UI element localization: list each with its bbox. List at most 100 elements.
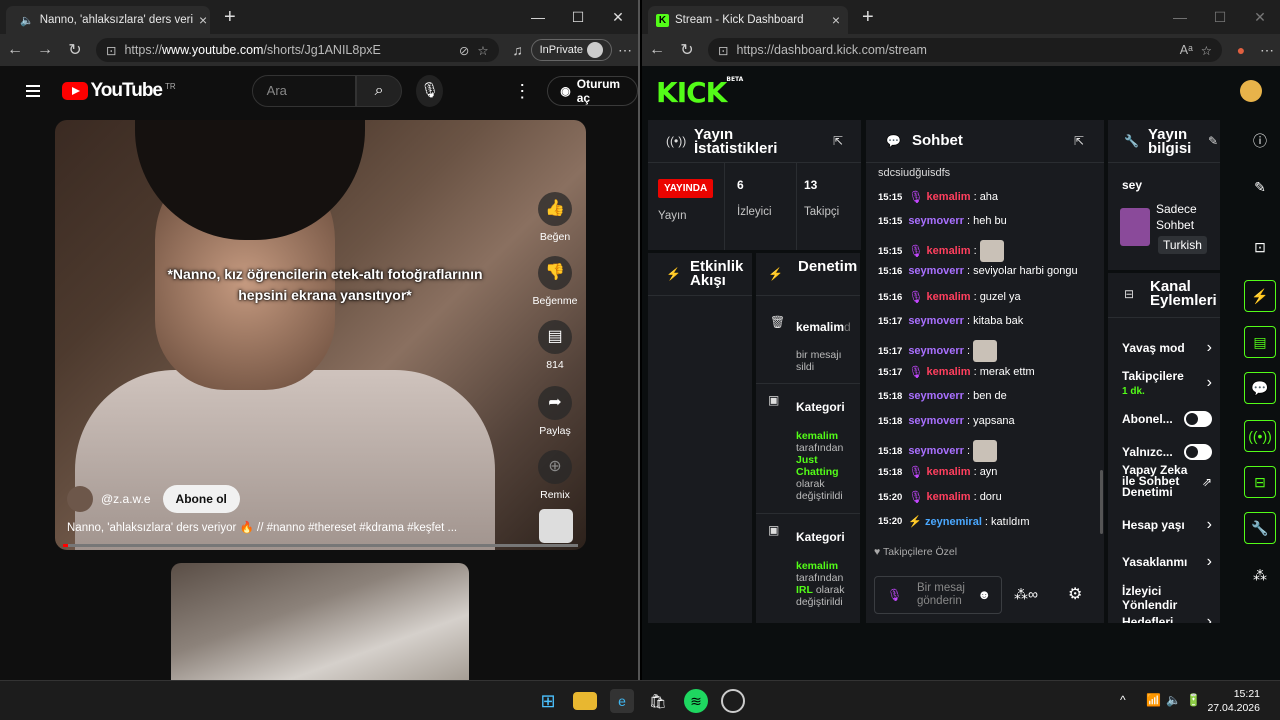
info-icon[interactable]: ⓘ: [1244, 126, 1276, 158]
channel-action-row[interactable]: Abonel...: [1122, 411, 1212, 427]
share-button[interactable]: ➦ Paylaş: [532, 386, 578, 437]
windows-start-icon[interactable]: ⊞: [536, 689, 560, 713]
remix-button[interactable]: ⊕ Remix: [532, 450, 578, 501]
close-window-icon[interactable]: ✕: [1240, 0, 1280, 34]
channel-name[interactable]: @z.a.w.e: [101, 492, 151, 506]
chat-username[interactable]: seymoverr: [908, 345, 964, 357]
site-info-icon[interactable]: ⊡: [718, 43, 728, 58]
close-tab-icon[interactable]: ×: [199, 12, 207, 28]
wifi-icon[interactable]: 📶: [1146, 693, 1161, 707]
chat-username[interactable]: kemalim: [927, 366, 971, 378]
close-tab-icon[interactable]: ×: [832, 12, 840, 28]
broadcast-icon[interactable]: ((•)): [1244, 420, 1276, 452]
favorite-star-icon[interactable]: ☆: [477, 43, 488, 58]
apps-icon[interactable]: ⁂: [1244, 560, 1276, 592]
chat-scrollbar[interactable]: [1100, 470, 1103, 534]
steam-icon[interactable]: [721, 689, 745, 713]
tab-kick[interactable]: K Stream - Kick Dashboard ×: [648, 6, 848, 34]
chat-username[interactable]: kemalim: [927, 191, 971, 203]
kick-logo[interactable]: KICKBETA: [656, 76, 743, 109]
chat-username[interactable]: zeynemiral: [925, 516, 982, 528]
channel-avatar[interactable]: [67, 486, 93, 512]
chat-username[interactable]: seymoverr: [908, 415, 964, 427]
tracking-icon[interactable]: ⊘: [459, 43, 469, 58]
wrench-icon[interactable]: 🔧: [1244, 512, 1276, 544]
toggle-switch[interactable]: [1184, 411, 1212, 427]
back-icon[interactable]: ←: [0, 41, 30, 59]
edge-browser-icon[interactable]: e: [610, 689, 634, 713]
extensions-icon[interactable]: ♫: [505, 42, 531, 58]
channel-action-row[interactable]: Yavaş mod ›: [1122, 339, 1212, 357]
tab-youtube[interactable]: 🔈 Nanno, 'ahlaksızlara' ders veri ×: [6, 6, 210, 34]
dislike-button[interactable]: 👎 Beğenme: [532, 256, 578, 307]
favorite-star-icon[interactable]: ☆: [1201, 43, 1212, 58]
read-aloud-icon[interactable]: Aᵃ: [1180, 43, 1193, 57]
channel-action-row[interactable]: Hedefleri ›: [1122, 613, 1212, 623]
chat-username[interactable]: seymoverr: [908, 445, 964, 457]
popout-icon[interactable]: ⇱: [833, 134, 843, 148]
comments-button[interactable]: ▤ 814: [532, 320, 578, 371]
chat-username[interactable]: seymoverr: [908, 390, 964, 402]
emoji-icon[interactable]: ☻: [977, 587, 991, 602]
sound-thumbnail[interactable]: [539, 509, 573, 543]
inprivate-badge[interactable]: InPrivate: [530, 39, 612, 61]
settings-dots-icon[interactable]: ⋮: [513, 81, 531, 102]
like-button[interactable]: 👍 Beğen: [532, 192, 578, 243]
maximize-icon[interactable]: ☐: [558, 0, 598, 34]
chat-bubble-icon[interactable]: 💬: [1244, 372, 1276, 404]
next-short-preview[interactable]: [171, 563, 469, 680]
subscribe-button[interactable]: Abone ol: [162, 485, 240, 513]
youtube-logo[interactable]: YouTube TR: [61, 80, 176, 102]
search-button[interactable]: ⌕: [356, 75, 403, 107]
url-field[interactable]: ⊡ https://www.youtube.com/shorts/Jg1ANIL…: [96, 38, 499, 62]
new-tab-icon[interactable]: +: [862, 6, 874, 29]
file-explorer-icon[interactable]: [573, 692, 597, 710]
minimize-icon[interactable]: —: [1160, 0, 1200, 34]
speaker-icon[interactable]: 🔈: [20, 14, 34, 27]
chat-username[interactable]: seymoverr: [908, 315, 964, 327]
channel-action-row[interactable]: Yalnızc...: [1122, 444, 1212, 460]
refresh-icon[interactable]: ↻: [60, 40, 90, 60]
more-menu-icon[interactable]: ⋯: [612, 42, 638, 59]
volume-icon[interactable]: 🔈: [1166, 693, 1181, 707]
chat-username[interactable]: kemalim: [927, 291, 971, 303]
channel-action-row[interactable]: Yapay Zeka ile Sohbet Denetimi ⇗: [1122, 464, 1212, 498]
chat-mode-icon[interactable]: ⁂∞: [1014, 586, 1038, 603]
toggle-switch[interactable]: [1184, 444, 1212, 460]
notes-icon[interactable]: ▤: [1244, 326, 1276, 358]
profile-avatar-icon[interactable]: ●: [1228, 42, 1254, 58]
show-hidden-icons-icon[interactable]: ^: [1120, 693, 1126, 707]
forward-icon[interactable]: →: [30, 41, 60, 59]
channel-action-row[interactable]: İzleyici Yönlendir: [1122, 584, 1212, 612]
search-input[interactable]: Ara: [251, 75, 357, 107]
edit-icon[interactable]: ✎: [1244, 172, 1276, 204]
chat-settings-icon[interactable]: ⚙: [1068, 584, 1082, 604]
channel-action-row[interactable]: Takipçilere 1 dk. ›: [1122, 369, 1212, 397]
voice-search-icon[interactable]: 🎙: [416, 75, 444, 107]
chat-username[interactable]: kemalim: [927, 466, 971, 478]
minimize-icon[interactable]: —: [518, 0, 558, 34]
menu-icon[interactable]: [26, 85, 40, 97]
store-icon[interactable]: 🛍: [646, 689, 670, 713]
maximize-icon[interactable]: ☐: [1200, 0, 1240, 34]
sign-in-button[interactable]: ◉ Oturum aç: [547, 76, 638, 106]
more-menu-icon[interactable]: ⋯: [1254, 42, 1280, 59]
chat-username[interactable]: seymoverr: [908, 215, 964, 227]
close-window-icon[interactable]: ✕: [598, 0, 638, 34]
new-tab-icon[interactable]: +: [224, 6, 236, 29]
video-progress-bar[interactable]: [63, 544, 578, 547]
user-avatar[interactable]: [1240, 80, 1262, 102]
popout-icon[interactable]: ⇱: [1074, 134, 1084, 148]
chat-username[interactable]: seymoverr: [908, 265, 964, 277]
battery-icon[interactable]: 🔋: [1186, 693, 1201, 707]
channel-action-row[interactable]: Yasaklanmı ›: [1122, 553, 1212, 571]
back-icon[interactable]: ←: [642, 41, 672, 59]
camera-icon[interactable]: ⊡: [1244, 232, 1276, 264]
channel-action-row[interactable]: Hesap yaşı ›: [1122, 516, 1212, 534]
layout-icon[interactable]: ⊟: [1244, 466, 1276, 498]
short-video-player[interactable]: *Nanno, kız öğrencilerin etek-altı fotoğ…: [55, 120, 586, 550]
edit-pencil-icon[interactable]: ✎: [1208, 134, 1218, 148]
video-description[interactable]: Nanno, 'ahlaksızlara' ders veriyor 🔥 // …: [67, 520, 457, 534]
chat-username[interactable]: kemalim: [927, 491, 971, 503]
system-clock[interactable]: 15:21 27.04.2026: [1207, 687, 1260, 715]
